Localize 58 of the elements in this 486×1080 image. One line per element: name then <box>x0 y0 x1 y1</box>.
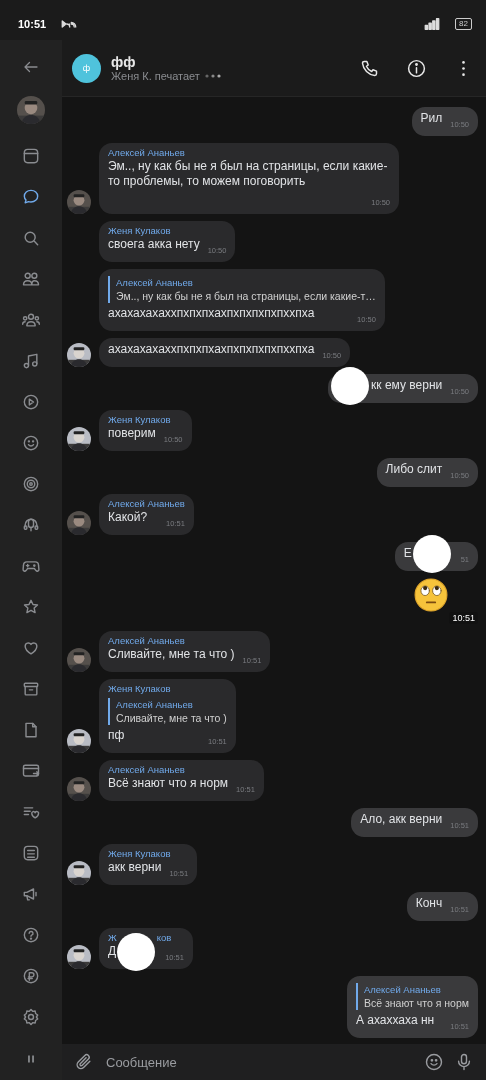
battery: 82 <box>455 18 472 30</box>
sender-name[interactable]: Женя Кулаков <box>108 225 171 237</box>
reply-quote[interactable]: Алексей Ананьев Всё знают что я норм <box>355 983 469 1010</box>
message-time: 10:51 <box>449 612 478 624</box>
reply-quote[interactable]: Алексей Ананьев Сливайте, мне та что ) <box>108 698 227 725</box>
message-text: Е <box>403 546 412 561</box>
sender-name[interactable]: Женя Кулаков <box>108 683 171 695</box>
sender-name[interactable]: Алексей Ананьев <box>108 764 185 776</box>
message-text: своега акка нету <box>108 237 200 252</box>
reply-text: Эм.., ну как бы не я был на страницы, если какие-т… <box>116 289 376 303</box>
emoji-icon[interactable] <box>424 1052 444 1072</box>
reply-text: Сливайте, мне та что ) <box>116 711 227 725</box>
message-text: акк верни <box>108 860 162 875</box>
smile-icon[interactable] <box>21 433 41 453</box>
sender-name[interactable]: Женя Кулаков <box>108 848 171 860</box>
sender-name[interactable]: Ж <box>108 932 117 944</box>
newspaper-icon[interactable] <box>21 843 41 863</box>
reply-text: Всё знают что я норм <box>363 996 469 1010</box>
music-icon[interactable] <box>21 351 41 371</box>
composer-bar[interactable]: Сообщение <box>62 1044 486 1080</box>
message-text: Всё знают что я норм <box>108 776 229 791</box>
reply-sender: Алексей Ананьев <box>363 983 442 996</box>
message-text: ахахахахаххпхпхпхахпхпхпхпхпххпха <box>108 342 315 357</box>
message-text: А ахаххаха нн <box>355 1013 435 1028</box>
message-text: Ало, акк верни <box>360 812 443 827</box>
eye-roll-emoji-icon <box>414 578 448 612</box>
reply-sender: Алексей Ананьев <box>116 698 194 711</box>
help-icon[interactable] <box>21 925 41 945</box>
archive-icon[interactable] <box>21 679 41 699</box>
clock: 10:51 <box>18 18 47 30</box>
newsfeed-icon[interactable] <box>21 146 41 166</box>
message-text: кк ему верни <box>371 378 443 393</box>
coin-icon[interactable] <box>21 966 41 986</box>
message-text: Конч <box>415 896 443 911</box>
message-text: Какой? <box>108 510 148 525</box>
message-text: Д <box>108 944 117 959</box>
message-text: Рил <box>420 111 443 126</box>
sender-name[interactable]: Алексей Ананьев <box>108 498 185 510</box>
typing-dots-icon <box>203 73 221 79</box>
message-text: Либо слит <box>385 462 443 477</box>
reply-sender: Алексей Ананьев <box>116 276 194 289</box>
message-text: поверим <box>108 426 156 441</box>
info-icon[interactable] <box>406 57 427 79</box>
target-icon[interactable] <box>21 474 41 494</box>
message-text: Эм.., ну как бы не я был на страницы, если какие-то проблемы, то можем поговорить <box>108 159 389 189</box>
sender-name[interactable]: Алексей Ананьев <box>108 147 185 159</box>
message-text: пф <box>108 728 125 743</box>
reply-quote[interactable]: Алексей Ананьев Эм.., ну как бы не я был на страницы, если какие-т… <box>108 276 376 303</box>
typing-status: Женя К. печатает <box>111 70 200 82</box>
play-icon[interactable] <box>21 392 41 412</box>
chat-title: фф <box>111 54 137 70</box>
message-text: Сливайте, мне та что ) <box>108 647 235 662</box>
settings-icon[interactable] <box>21 1007 41 1027</box>
sender-name[interactable]: Алексей Ананьев <box>108 635 185 647</box>
sender-name[interactable]: ков <box>156 932 172 944</box>
sender-name[interactable]: Женя Кулаков <box>108 414 171 426</box>
message-text: ахахахахаххпхпхпхахпхпхпхпхпххпха <box>108 306 315 321</box>
friends-icon[interactable] <box>21 269 41 289</box>
